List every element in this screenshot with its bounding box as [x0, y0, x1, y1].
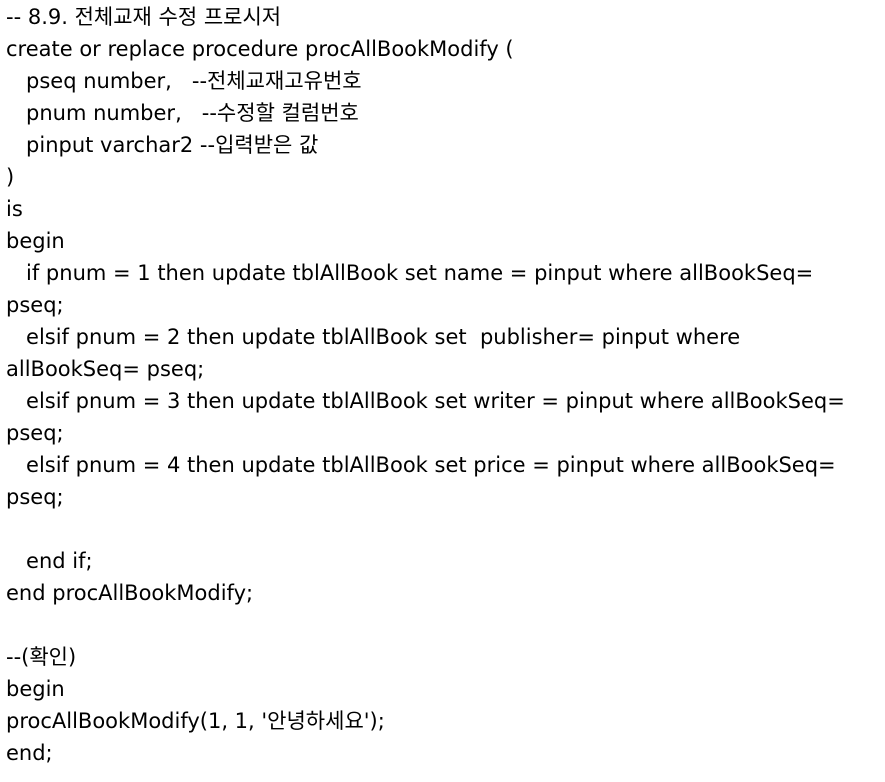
code-line: pseq; — [6, 485, 64, 509]
code-line: create or replace procedure procAllBookM… — [6, 37, 514, 61]
code-line: ) — [6, 165, 15, 189]
code-line: --(확인) — [6, 645, 77, 669]
code-line: end procAllBookModify; — [6, 581, 254, 605]
code-line: end; — [6, 741, 53, 765]
code-line: begin — [6, 229, 65, 253]
code-line: pnum number, --수정할 컬럼번호 — [6, 101, 359, 125]
code-line: pinput varchar2 --입력받은 값 — [6, 133, 319, 157]
code-line: end if; — [6, 549, 93, 573]
code-line: -- 8.9. 전체교재 수정 프로시저 — [6, 5, 282, 29]
code-line: pseq; — [6, 421, 64, 445]
code-document: -- 8.9. 전체교재 수정 프로시저 create or replace p… — [0, 1, 885, 782]
code-line: if pnum = 1 then update tblAllBook set n… — [6, 261, 814, 285]
code-line: elsif pnum = 3 then update tblAllBook se… — [6, 389, 845, 413]
code-line: pseq; — [6, 293, 64, 317]
code-line: allBookSeq= pseq; — [6, 357, 205, 381]
code-line: procAllBookModify(1, 1, '안녕하세요'); — [6, 709, 385, 733]
code-line: pseq number, --전체교재고유번호 — [6, 69, 362, 93]
code-line: begin — [6, 677, 65, 701]
code-line: elsif pnum = 2 then update tblAllBook se… — [6, 325, 741, 349]
code-line: is — [6, 197, 23, 221]
code-line: elsif pnum = 4 then update tblAllBook se… — [6, 453, 836, 477]
